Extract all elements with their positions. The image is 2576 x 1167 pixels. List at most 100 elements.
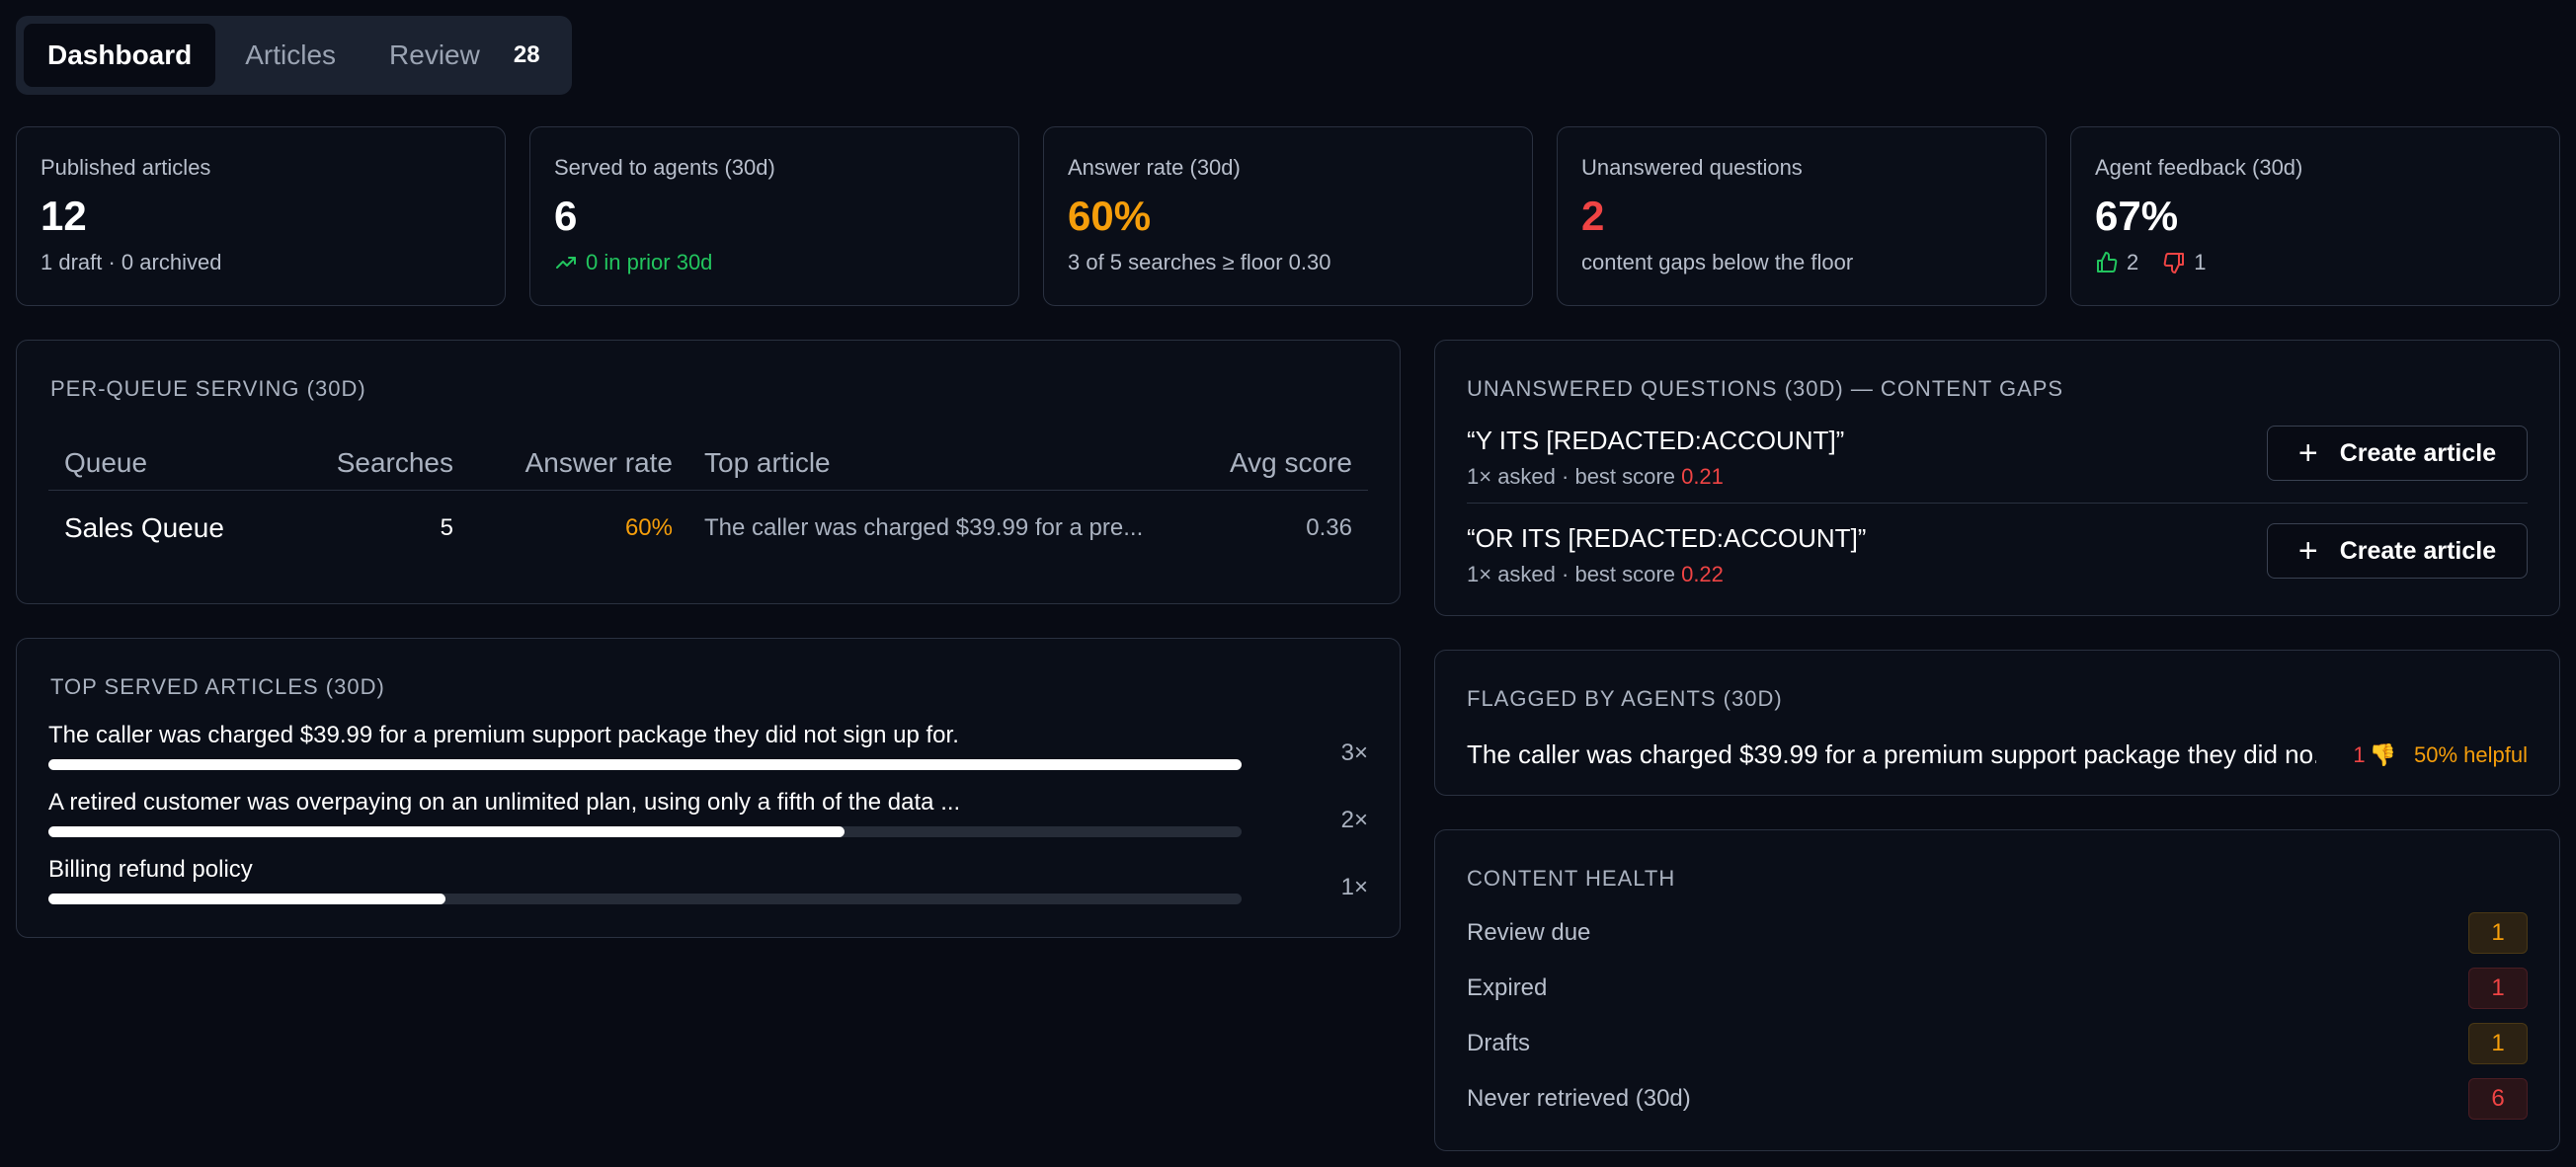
best-score: 0.21 xyxy=(1681,464,1724,489)
tab-dashboard[interactable]: Dashboard xyxy=(24,24,216,87)
health-row-drafts[interactable]: Drafts 1 xyxy=(1467,1022,2528,1065)
kpi-label: Published articles xyxy=(40,155,211,180)
kpi-label: Agent feedback (30d) xyxy=(2095,155,2303,180)
answer-rate-value: 60% xyxy=(624,514,673,541)
health-label: Drafts xyxy=(1467,1030,1531,1056)
served-count: 1× xyxy=(1340,874,1368,900)
progress-bar xyxy=(48,894,1242,904)
tab-review[interactable]: Review 28 xyxy=(365,24,564,87)
thumbs-up-count: 2 xyxy=(2127,250,2139,274)
health-row-review-due[interactable]: Review due 1 xyxy=(1467,911,2528,955)
create-article-button[interactable]: + Create article xyxy=(2267,523,2528,579)
article-title: Billing refund policy xyxy=(48,856,253,883)
health-row-expired[interactable]: Expired 1 xyxy=(1467,967,2528,1010)
health-label: Review due xyxy=(1467,919,1591,946)
panel-title: Unanswered questions (30d) — content gap… xyxy=(1467,376,2064,401)
thumbs-up-icon xyxy=(2097,252,2118,272)
health-label: Expired xyxy=(1467,974,1548,1001)
kpi-value: 60% xyxy=(1068,193,1152,239)
tab-review-label: Review xyxy=(389,39,480,70)
served-count: 2× xyxy=(1340,807,1368,833)
article-title: The caller was charged $39.99 for a prem… xyxy=(48,722,959,748)
unanswered-panel: Unanswered questions (30d) — content gap… xyxy=(1434,340,2560,616)
tab-bar: Dashboard Articles Review 28 xyxy=(16,16,572,95)
question-meta-text: 1× asked · best score xyxy=(1467,464,1675,489)
kpi-published-articles: Published articles 12 1 draft · 0 archiv… xyxy=(16,126,506,306)
kpi-agent-feedback: Agent feedback (30d) 67% 2 1 xyxy=(2070,126,2560,306)
served-count: 3× xyxy=(1340,739,1368,766)
panel-title: Content health xyxy=(1467,866,1676,891)
per-queue-table: Queue Searches Answer rate Top article A… xyxy=(48,435,1368,566)
kpi-label: Served to agents (30d) xyxy=(554,155,775,180)
review-count-badge: 28 xyxy=(513,41,540,68)
panel-title: Per-queue serving (30d) xyxy=(50,376,366,401)
progress-bar xyxy=(48,759,1242,770)
kpi-answer-rate: Answer rate (30d) 60% 3 of 5 searches ≥ … xyxy=(1043,126,1533,306)
trend-up-icon xyxy=(556,257,576,269)
kpi-value: 12 xyxy=(40,193,87,239)
article-title: The caller was charged $39.99 for a prem… xyxy=(1467,739,2316,769)
kpi-sub: 3 of 5 searches ≥ floor 0.30 xyxy=(1068,250,1331,274)
col-answer-rate: Answer rate xyxy=(524,446,673,478)
col-avg-score: Avg score xyxy=(1230,446,1352,478)
plus-icon: + xyxy=(2297,434,2318,472)
kpi-label: Answer rate (30d) xyxy=(1068,155,1241,180)
list-item[interactable]: The caller was charged $39.99 for a prem… xyxy=(48,722,1368,781)
top-article-value: The caller was charged $39.99 for a pre.… xyxy=(704,514,1144,541)
button-label: Create article xyxy=(2339,536,2497,565)
kpi-value: 2 xyxy=(1581,193,1605,239)
kpi-value: 67% xyxy=(2095,193,2179,239)
table-header: Queue Searches Answer rate Top article A… xyxy=(48,435,1368,491)
thumbs-down-icon: 👎 xyxy=(2369,741,2397,767)
table-row[interactable]: Sales Queue 5 60% The caller was charged… xyxy=(48,491,1368,566)
health-count-badge: 1 xyxy=(2468,912,2528,954)
plus-icon: + xyxy=(2297,532,2318,570)
col-queue: Queue xyxy=(64,446,148,478)
kpi-sub: 1 draft · 0 archived xyxy=(40,250,222,274)
per-queue-panel: Per-queue serving (30d) Queue Searches A… xyxy=(16,340,1401,604)
list-item: “OR ITS [REDACTED:ACCOUNT]” 1× asked · b… xyxy=(1467,523,2528,612)
health-count-badge: 1 xyxy=(2468,1023,2528,1064)
kpi-sub: 2 1 xyxy=(2095,250,2536,275)
article-title: A retired customer was overpaying on an … xyxy=(48,789,961,816)
kpi-unanswered-questions: Unanswered questions 2 content gaps belo… xyxy=(1557,126,2047,306)
kpi-value: 6 xyxy=(554,193,578,239)
panel-title: Flagged by agents (30d) xyxy=(1467,686,1783,711)
create-article-button[interactable]: + Create article xyxy=(2267,426,2528,481)
divider xyxy=(1467,503,2528,504)
health-count-badge: 6 xyxy=(2468,1078,2528,1120)
list-item[interactable]: Billing refund policy 1× xyxy=(48,856,1368,915)
list-item[interactable]: A retired customer was overpaying on an … xyxy=(48,789,1368,848)
kpi-sub: content gaps below the floor xyxy=(1581,250,1854,274)
best-score: 0.22 xyxy=(1681,562,1724,586)
flag-count-value: 1 xyxy=(2353,741,2366,767)
queue-name: Sales Queue xyxy=(64,512,224,543)
health-row-never-retrieved[interactable]: Never retrieved (30d) 6 xyxy=(1467,1077,2528,1121)
question-meta-text: 1× asked · best score xyxy=(1467,562,1675,586)
kpi-label: Unanswered questions xyxy=(1581,155,1803,180)
top-served-panel: Top served articles (30d) The caller was… xyxy=(16,638,1401,938)
progress-fill xyxy=(48,759,1242,770)
progress-bar xyxy=(48,826,1242,837)
list-item[interactable]: The caller was charged $39.99 for a prem… xyxy=(1467,739,2528,770)
thumbs-down-count: 1 xyxy=(2194,250,2207,274)
col-top-article: Top article xyxy=(704,446,831,478)
col-searches: Searches xyxy=(336,446,453,478)
button-label: Create article xyxy=(2339,438,2497,467)
content-health-panel: Content health Review due 1 Expired 1 Dr… xyxy=(1434,829,2560,1151)
progress-fill xyxy=(48,894,446,904)
tab-articles[interactable]: Articles xyxy=(221,24,360,87)
panel-title: Top served articles (30d) xyxy=(50,674,385,699)
searches-value: 5 xyxy=(440,514,453,541)
health-count-badge: 1 xyxy=(2468,968,2528,1009)
health-label: Never retrieved (30d) xyxy=(1467,1085,1691,1112)
progress-fill xyxy=(48,826,845,837)
avg-score-value: 0.36 xyxy=(1306,514,1352,541)
list-item: “Y ITS [REDACTED:ACCOUNT]” 1× asked · be… xyxy=(1467,426,2528,514)
kpi-served-to-agents: Served to agents (30d) 6 0 in prior 30d xyxy=(529,126,1019,306)
kpi-sub: 0 in prior 30d xyxy=(554,250,995,275)
knowledge-dashboard: Dashboard Articles Review 28 Published a… xyxy=(0,0,2576,1167)
thumbs-down-icon xyxy=(2163,253,2185,273)
flag-count: 1 👎 xyxy=(2353,742,2396,768)
helpful-rate: 50% helpful xyxy=(2414,741,2528,767)
